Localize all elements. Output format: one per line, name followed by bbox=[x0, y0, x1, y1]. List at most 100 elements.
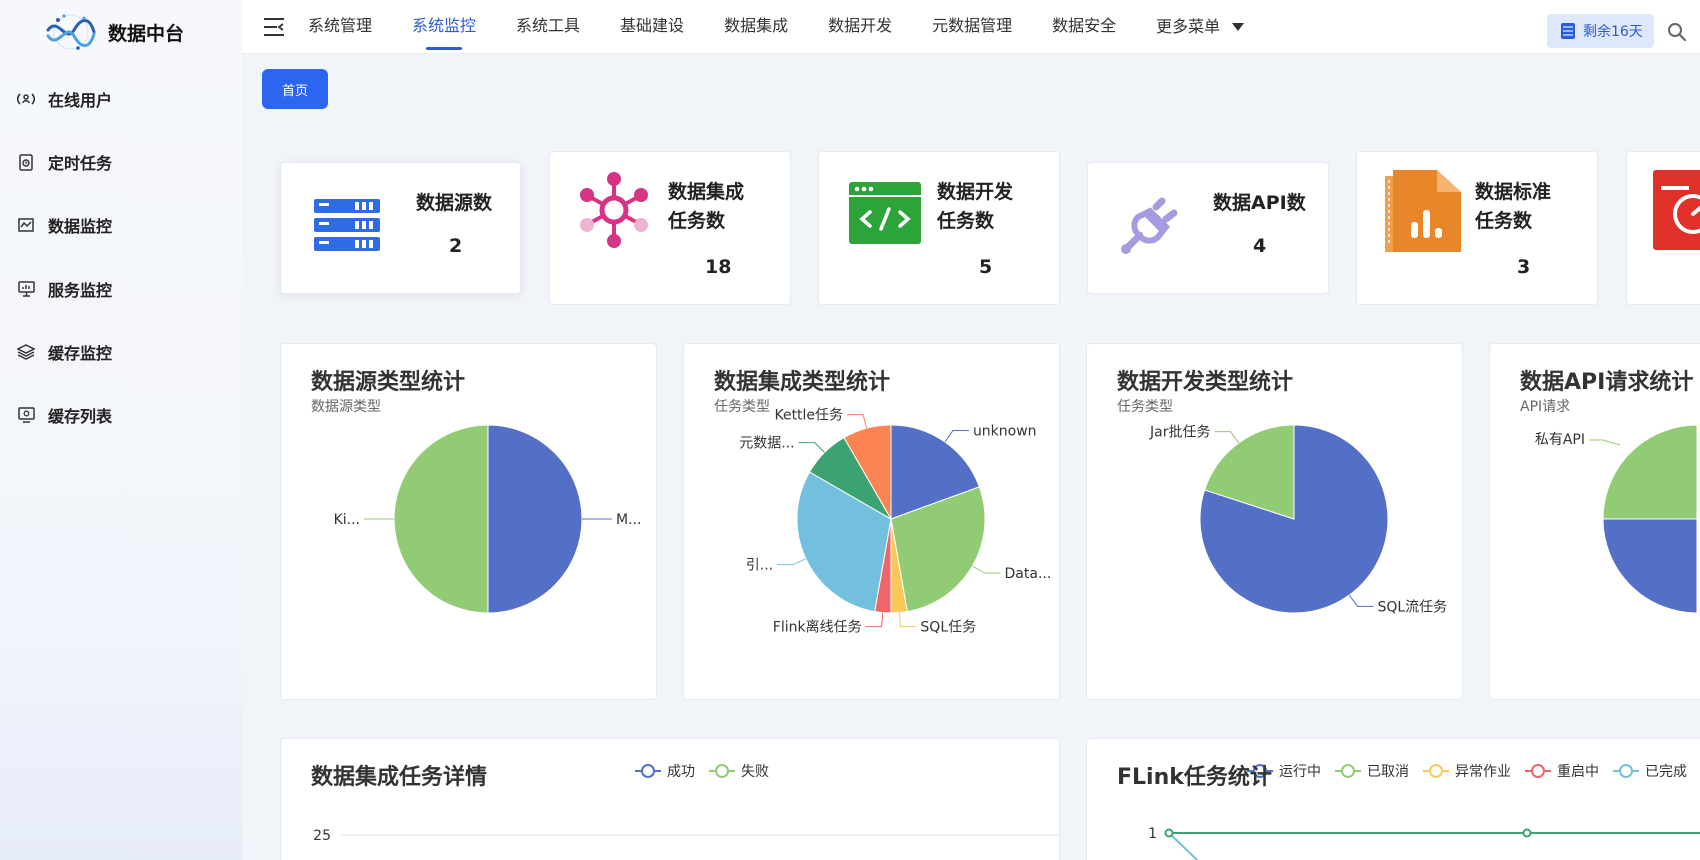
stat-title: 数据源数 bbox=[416, 192, 493, 214]
legend-item-completed[interactable]: 已完成 bbox=[1613, 761, 1687, 781]
stat-title: 数据API数 bbox=[1213, 192, 1306, 214]
pie-label-line bbox=[847, 414, 868, 429]
chevron-down-icon bbox=[1232, 23, 1245, 31]
pie-label: Data... bbox=[1005, 566, 1052, 582]
stat-title-line: 数据标准 bbox=[1475, 181, 1552, 203]
stat-title: 数据开发 任务数 bbox=[937, 178, 1013, 236]
stat-card-api[interactable]: 数据API数 4 bbox=[1087, 162, 1329, 294]
nav-item-data-development[interactable]: 数据开发 bbox=[828, 0, 892, 54]
sidebar: 数据中台 在线用户 定时任务 数据监控 服务监控 缓存监控 缓存列表 bbox=[0, 0, 242, 860]
nav-item-system-tools[interactable]: 系统工具 bbox=[516, 0, 580, 54]
more-menu-label: 更多菜单 bbox=[1156, 17, 1221, 36]
pie-slice bbox=[1602, 424, 1698, 520]
nav-item-more-menu[interactable]: 更多菜单 bbox=[1156, 0, 1245, 54]
pie-slice bbox=[1602, 518, 1698, 614]
stat-card-development-tasks[interactable]: 数据开发 任务数 5 bbox=[818, 151, 1060, 305]
nav-item-infrastructure[interactable]: 基础建设 bbox=[620, 0, 684, 54]
stat-card-integration-tasks[interactable]: 数据集成 任务数 18 bbox=[549, 151, 791, 305]
pie-label: SQL流任务 bbox=[1377, 599, 1447, 615]
cache-list-icon bbox=[16, 405, 36, 425]
stat-title-line: 数据开发 bbox=[937, 181, 1014, 203]
legend-label: 已取消 bbox=[1367, 764, 1409, 780]
search-icon[interactable] bbox=[1667, 22, 1687, 42]
menu-toggle-icon[interactable] bbox=[262, 16, 286, 38]
pie-label: SQL任务 bbox=[920, 620, 976, 636]
pie-label-line bbox=[777, 558, 807, 566]
chart-card-development-types: 数据开发类型统计 任务类型 SQL流任务 Jar批任务 bbox=[1086, 343, 1463, 700]
stat-card-standard-tasks[interactable]: 数据标准 任务数 3 bbox=[1356, 151, 1598, 305]
nav-item-data-integration[interactable]: 数据集成 bbox=[724, 0, 788, 54]
chart-legend: 运行中 已取消 异常作业 重启中 已完成 bbox=[1247, 761, 1700, 781]
legend-swatch bbox=[1525, 764, 1551, 778]
legend-item-restarting[interactable]: 重启中 bbox=[1525, 761, 1599, 781]
pie-chart-api-requests: 私有API bbox=[1535, 424, 1698, 614]
cache-monitor-icon bbox=[16, 342, 36, 362]
top-navbar: 系统管理 系统监控 系统工具 基础建设 数据集成 数据开发 元数据管理 数据安全… bbox=[242, 0, 1700, 54]
pie-chart-development-types: SQL流任务 Jar批任务 bbox=[1149, 424, 1447, 615]
scheduled-task-icon bbox=[16, 152, 36, 172]
pie-slice[interactable] bbox=[487, 424, 583, 614]
legend-swatch bbox=[1613, 764, 1639, 778]
pie-slice[interactable] bbox=[393, 424, 489, 614]
stat-value: 5 bbox=[979, 256, 993, 278]
stat-title-line: 任务数 bbox=[1475, 210, 1533, 232]
pie-label: Kettle任务 bbox=[774, 408, 843, 424]
stat-value: 4 bbox=[1253, 235, 1267, 257]
chart-card-flink-tasks: 1 运行中 已取消 异常作业 重启中 已完成 FLink任务统计 bbox=[1086, 738, 1700, 860]
pie-label-line bbox=[1348, 594, 1374, 607]
pie-chart-integration-types: unknown Data... SQL任务 Flink离线任务 引... 元数据... Ke… bbox=[739, 408, 1052, 636]
sidebar-item-cache-list[interactable]: 缓存列表 bbox=[16, 400, 112, 430]
nav-item-metadata-management[interactable]: 元数据管理 bbox=[932, 0, 1012, 54]
app-logo[interactable]: 数据中台 bbox=[44, 10, 184, 54]
stat-title: 数据集成 任务数 bbox=[668, 178, 744, 236]
quality-report-icon bbox=[1653, 170, 1700, 250]
sidebar-item-cache-monitor[interactable]: 缓存监控 bbox=[16, 337, 112, 367]
y-tick-label: 1 bbox=[1148, 826, 1157, 842]
chart-card-integration-types: 数据集成类型统计 任务类型 unknown Data... SQL任务 Flink离线… bbox=[683, 343, 1060, 700]
pie-label-line bbox=[865, 612, 884, 628]
tag-home[interactable]: 首页 bbox=[262, 69, 328, 109]
legend-item-abnormal[interactable]: 异常作业 bbox=[1423, 761, 1511, 781]
stat-card-partial[interactable] bbox=[1626, 151, 1700, 305]
pie-label-line bbox=[972, 565, 1001, 574]
pie-label: 引... bbox=[746, 558, 773, 574]
legend-label: 异常作业 bbox=[1455, 764, 1511, 780]
remaining-days-label: 剩余16天 bbox=[1583, 24, 1643, 40]
nav-item-data-security[interactable]: 数据安全 bbox=[1052, 0, 1116, 54]
stat-value: 2 bbox=[449, 235, 463, 257]
stat-title-line: 任务数 bbox=[937, 210, 995, 232]
code-window-icon bbox=[849, 182, 921, 244]
line-chart-integration-details: 25 bbox=[313, 828, 1061, 844]
app-title: 数据中台 bbox=[108, 22, 185, 45]
pie-label: 元数据... bbox=[739, 436, 794, 452]
legend-item-cancelled[interactable]: 已取消 bbox=[1335, 761, 1409, 781]
sidebar-item-label: 服务监控 bbox=[48, 281, 113, 300]
stat-card-datasource[interactable]: 数据源数 2 bbox=[280, 162, 521, 294]
y-tick-label: 25 bbox=[313, 828, 331, 844]
sidebar-item-scheduled-tasks[interactable]: 定时任务 bbox=[16, 147, 112, 177]
online-users-icon bbox=[16, 89, 36, 109]
pie-label-line bbox=[898, 612, 917, 628]
chart-card-integration-task-details: 数据集成任务详情 成功 失败 25 bbox=[280, 738, 1061, 860]
database-server-icon bbox=[314, 199, 380, 251]
pie-label: 私有API bbox=[1535, 432, 1585, 448]
pie-chart-datasource-types: M... Ki... bbox=[334, 424, 641, 614]
sidebar-item-service-monitor[interactable]: 服务监控 bbox=[16, 274, 112, 304]
logo-icon bbox=[46, 14, 96, 50]
sidebar-item-label: 在线用户 bbox=[48, 91, 113, 110]
nav-item-system-monitor[interactable]: 系统监控 bbox=[412, 0, 476, 54]
stat-title-line: 数据集成 bbox=[668, 181, 745, 203]
sidebar-item-data-monitor[interactable]: 数据监控 bbox=[16, 210, 112, 240]
top-nav-menu: 系统管理 系统监控 系统工具 基础建设 数据集成 数据开发 元数据管理 数据安全… bbox=[308, 0, 1284, 54]
pie-label-line bbox=[1589, 439, 1621, 446]
pie-label: Flink离线任务 bbox=[773, 619, 862, 636]
service-monitor-icon bbox=[16, 279, 36, 299]
nav-item-system-management[interactable]: 系统管理 bbox=[308, 0, 372, 54]
pie-label: Jar批任务 bbox=[1149, 425, 1210, 441]
pie-label-line bbox=[1214, 431, 1240, 444]
license-remaining-badge[interactable]: 剩余16天 bbox=[1547, 14, 1654, 48]
stat-value: 3 bbox=[1517, 256, 1531, 278]
tags-view-bar: 首页 bbox=[242, 55, 1700, 125]
sidebar-item-online-users[interactable]: 在线用户 bbox=[16, 84, 112, 114]
pie-label: unknown bbox=[973, 424, 1037, 440]
